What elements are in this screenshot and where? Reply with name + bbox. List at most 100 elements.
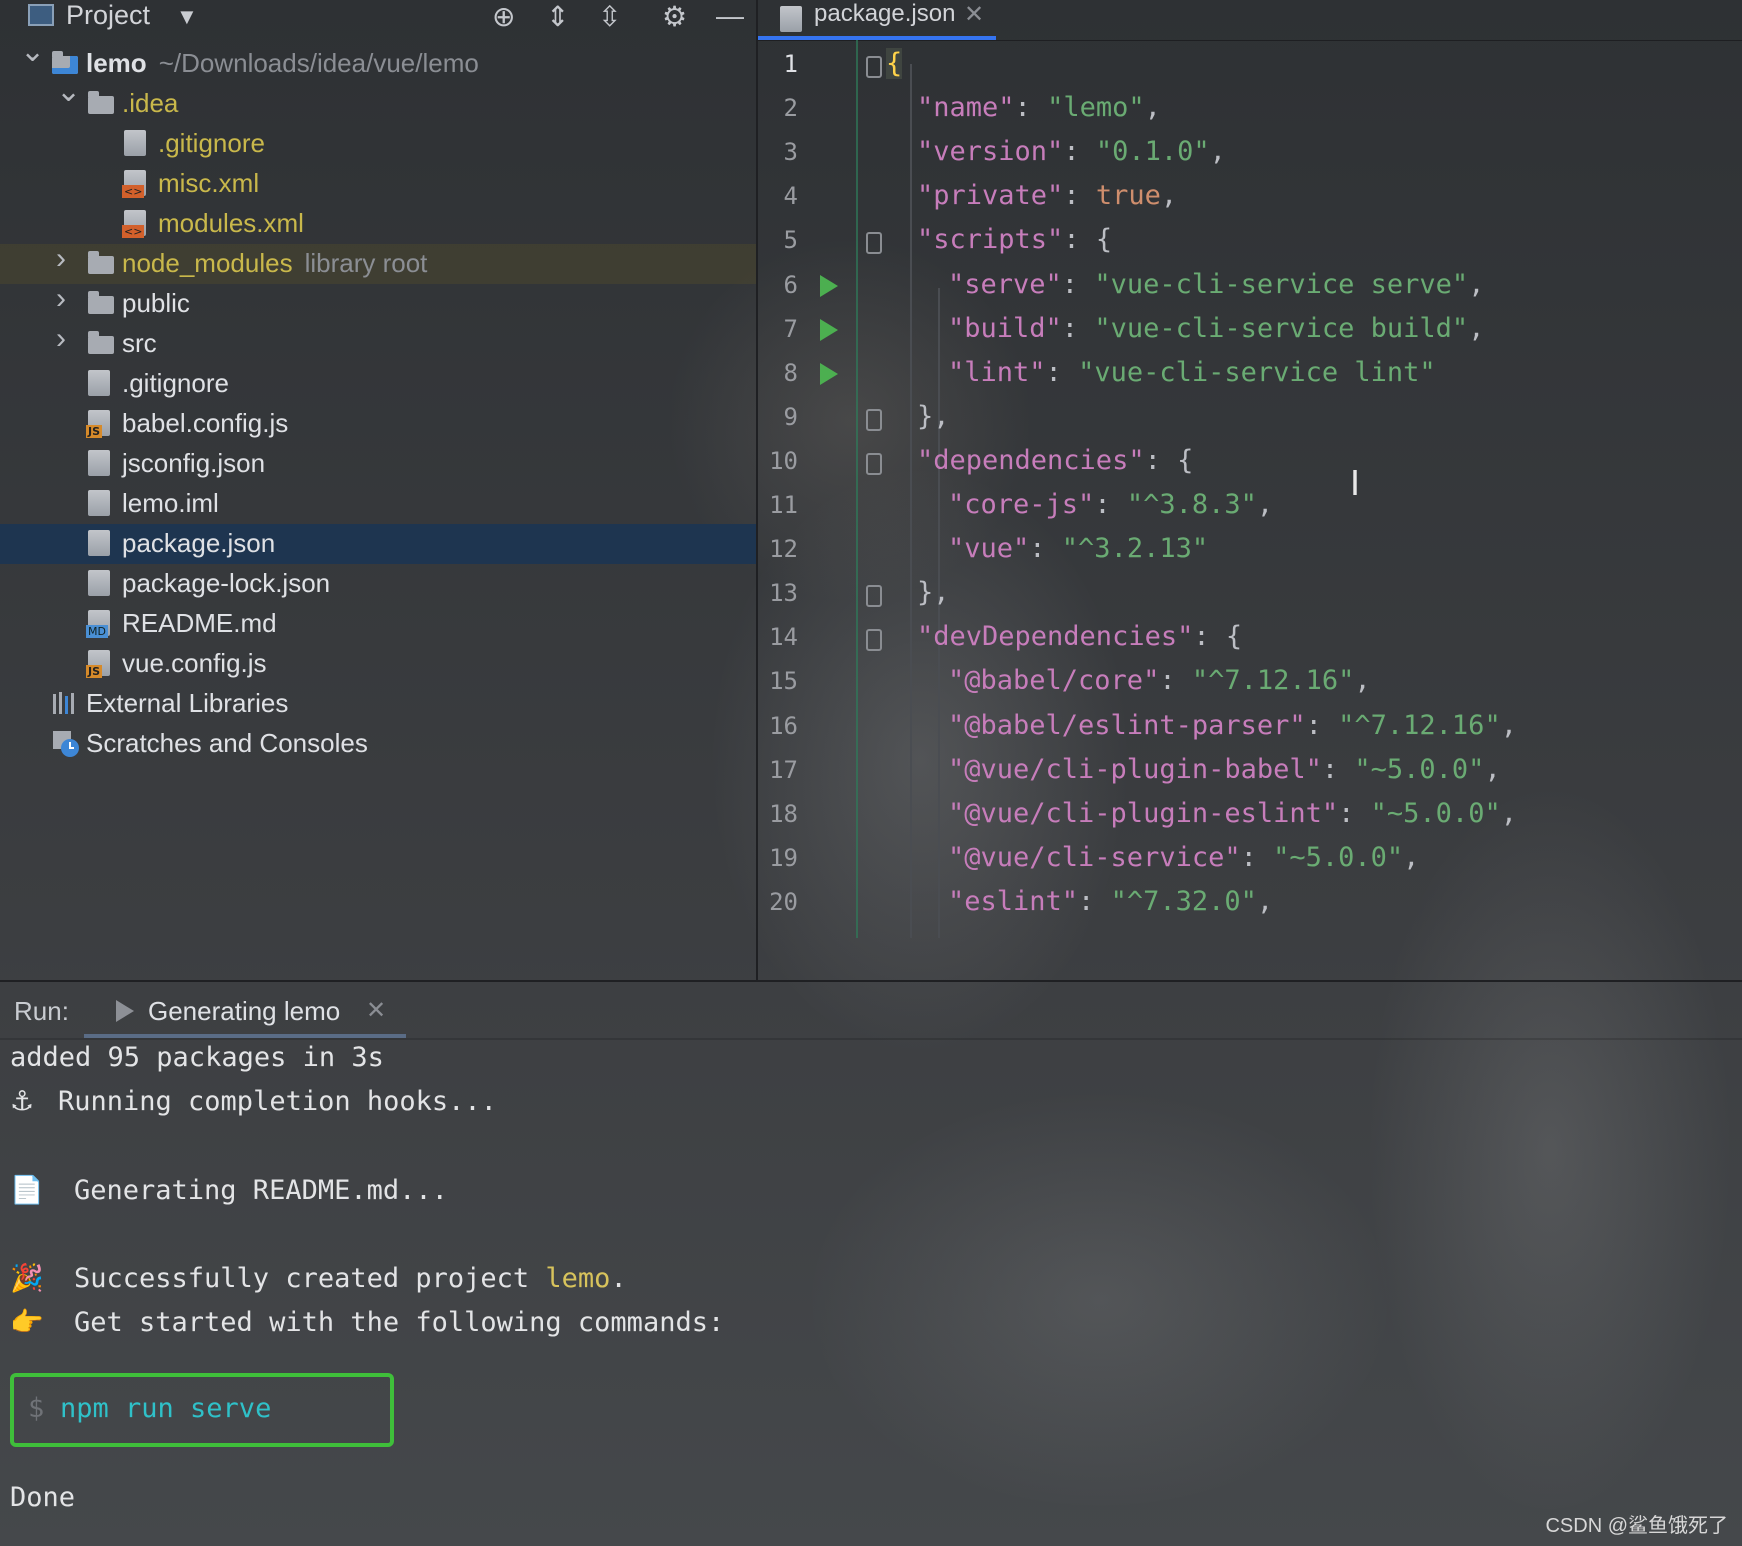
play-icon — [116, 1000, 134, 1022]
fold-marker-icon[interactable] — [866, 585, 882, 608]
tree-item[interactable]: package.json — [0, 524, 756, 564]
line-number[interactable]: 18 — [758, 800, 798, 828]
folder-icon — [88, 291, 114, 314]
code-token: "dependencies" — [917, 444, 1145, 476]
party-popper-icon: 🎉 — [10, 1263, 44, 1294]
tree-item[interactable]: .gitignore — [0, 364, 756, 404]
expand-all-icon[interactable]: ⇕ — [546, 0, 569, 33]
anchor-icon: ⚓ — [10, 1086, 35, 1117]
tree-item[interactable]: ⌄ .idea — [0, 75, 756, 124]
code-line: 14 "devDependencies": { — [758, 617, 1742, 661]
line-number[interactable]: 14 — [758, 623, 798, 651]
npm-run-serve-command[interactable]: npm run serve — [60, 1393, 271, 1424]
code-token: "@babel/eslint-parser" — [948, 709, 1306, 741]
code-token: , — [1209, 136, 1226, 168]
code-token: : — [1078, 885, 1111, 917]
fold-marker-icon[interactable] — [866, 629, 882, 652]
code-token: : — [1061, 268, 1095, 300]
tree-item[interactable]: lemo.iml — [0, 484, 756, 524]
run-script-icon[interactable] — [820, 274, 838, 297]
tree-item[interactable]: package-lock.json — [0, 564, 756, 604]
tree-item-name: lemo — [86, 48, 147, 78]
line-number[interactable]: 7 — [758, 315, 798, 343]
line-number[interactable]: 2 — [758, 94, 798, 122]
ignore-file-icon — [88, 370, 110, 396]
xml-file-icon: <> — [122, 170, 146, 198]
fold-marker-icon[interactable] — [866, 452, 882, 475]
line-number[interactable]: 20 — [758, 888, 798, 916]
tab-generating-lemo[interactable]: Generating lemo ✕ — [84, 982, 406, 1038]
tree-item[interactable]: › node_modules library root — [0, 242, 756, 284]
code-line: 20 "eslint": "^7.32.0", — [758, 882, 1742, 926]
console-text: Generating README.md... — [74, 1175, 448, 1206]
console-text: added 95 packages in 3s — [10, 1042, 384, 1073]
close-icon[interactable]: ✕ — [366, 996, 386, 1025]
line-number[interactable]: 3 — [758, 138, 798, 166]
js-file-icon: JS — [86, 410, 110, 438]
code-token: "core-js" — [948, 489, 1095, 520]
line-number[interactable]: 12 — [758, 535, 798, 563]
line-number[interactable]: 1 — [758, 50, 798, 78]
minimize-icon[interactable]: — — [716, 0, 744, 32]
code-token: "vue-cli-service build" — [1094, 312, 1469, 344]
tree-item[interactable]: <> misc.xml — [0, 164, 756, 204]
code-token: "devDependencies" — [917, 621, 1194, 653]
tree-item[interactable]: JS vue.config.js — [0, 644, 756, 684]
chevron-down-icon[interactable]: ▼ — [176, 4, 198, 30]
tree-item[interactable]: .gitignore — [0, 124, 756, 164]
code-token: , — [1256, 885, 1274, 917]
code-text: "build": "vue-cli-service build", — [948, 313, 1484, 344]
fold-marker-icon[interactable] — [866, 232, 882, 255]
tree-item-name: External Libraries — [86, 688, 289, 718]
line-number[interactable]: 13 — [758, 579, 798, 607]
gear-icon[interactable]: ⚙ — [662, 0, 687, 33]
line-number[interactable]: 6 — [758, 271, 798, 299]
code-area[interactable]: 1{2 "name": "lemo", 3 "version": "0.1.0", 4 "… — [758, 40, 1742, 938]
tree-item[interactable]: Scratches and Consoles — [0, 724, 756, 764]
line-number[interactable]: 9 — [758, 403, 798, 431]
chevron-right-icon[interactable]: › — [56, 282, 66, 316]
line-number[interactable]: 19 — [758, 844, 798, 872]
chevron-right-icon[interactable]: › — [56, 242, 66, 276]
run-script-icon[interactable] — [820, 318, 838, 341]
fold-marker-icon[interactable] — [866, 56, 882, 78]
tree-item[interactable]: External Libraries — [0, 684, 756, 724]
code-token: "vue" — [948, 533, 1030, 565]
tree-item-name: package.json — [122, 528, 276, 558]
line-number[interactable]: 11 — [758, 491, 798, 519]
tree-item[interactable]: › src — [0, 322, 756, 364]
code-token: , — [1484, 753, 1501, 785]
fold-marker-icon[interactable] — [866, 408, 882, 431]
tree-item-name: .gitignore — [158, 128, 265, 158]
page-icon: 📄 — [10, 1175, 44, 1206]
tree-item[interactable]: jsconfig.json — [0, 444, 756, 484]
collapse-all-icon[interactable]: ⇳ — [598, 0, 621, 33]
tree-item-name: README.md — [122, 608, 277, 638]
line-number[interactable]: 8 — [758, 359, 798, 387]
tree-item[interactable]: › public — [0, 282, 756, 324]
line-number[interactable]: 10 — [758, 447, 798, 475]
line-number[interactable]: 17 — [758, 756, 798, 784]
tree-item[interactable]: MD README.md — [0, 604, 756, 644]
chevron-down-icon[interactable]: ⌄ — [56, 74, 81, 109]
code-token: , — [1468, 268, 1485, 300]
line-number[interactable]: 16 — [758, 712, 798, 740]
close-icon[interactable]: ✕ — [964, 0, 984, 29]
tab-package-json[interactable]: package.json ✕ — [758, 0, 996, 40]
line-number[interactable]: 5 — [758, 226, 798, 254]
line-number[interactable]: 4 — [758, 182, 798, 210]
code-token: : { — [1063, 224, 1113, 256]
project-title[interactable]: Project — [66, 0, 150, 31]
tree-item[interactable]: JS babel.config.js — [0, 404, 756, 444]
tree-item[interactable]: ⌄ lemo ~/Downloads/idea/vue/lemo — [0, 35, 756, 84]
tree-item[interactable]: <> modules.xml — [0, 204, 756, 244]
line-number[interactable]: 15 — [758, 667, 798, 695]
code-text: "@vue/cli-plugin-eslint": "~5.0.0", — [948, 798, 1517, 829]
run-script-icon[interactable] — [820, 362, 838, 385]
tree-item-label: README.md — [122, 608, 277, 639]
chevron-down-icon[interactable]: ⌄ — [20, 34, 45, 69]
tree-item-label: babel.config.js — [122, 408, 288, 439]
locate-icon[interactable]: ⊕ — [492, 0, 515, 33]
code-token: "vue-cli-service lint" — [1078, 356, 1436, 388]
chevron-right-icon[interactable]: › — [56, 322, 66, 356]
